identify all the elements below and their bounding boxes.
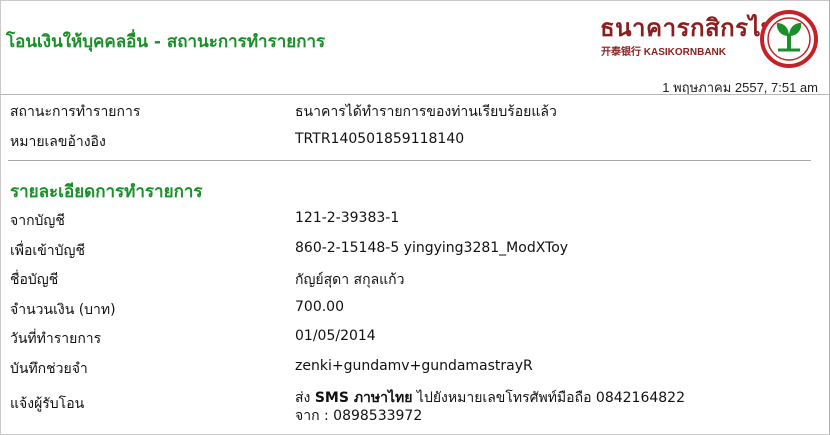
header: โอนเงินให้บุคคลอื่น - สถานะการทำรายการ ธ… xyxy=(0,0,830,95)
page-title: โอนเงินให้บุคคลอื่น - สถานะการทำรายการ xyxy=(6,32,326,52)
from-account-label: จากบัญชี xyxy=(10,213,65,229)
account-name-row: ชื่อบัญชี กัญย์สุดา สกุลแก้ว xyxy=(0,269,830,293)
notify-phone-text: ไปยังหมายเลขโทรศัพท์มือถือ 0842164822 xyxy=(416,390,685,406)
date-value: 01/05/2014 xyxy=(295,328,376,344)
notify-from-number: จาก : 0898533972 xyxy=(295,408,423,424)
reference-value: TRTR140501859118140 xyxy=(295,131,465,147)
notify-recipient-label: แจ้งผู้รับโอน xyxy=(10,396,85,412)
date-label: วันที่ทำรายการ xyxy=(10,331,102,347)
reference-row: หมายเลขอ้างอิง TRTR140501859118140 xyxy=(0,131,830,155)
status-value: ธนาคารได้ทำรายการของท่านเรียบร้อยแล้ว xyxy=(295,104,557,120)
account-name-value: กัญย์สุดา สกุลแก้ว xyxy=(295,272,405,288)
account-name-label: ชื่อบัญชี xyxy=(10,272,59,288)
from-account-value: 121-2-39383-1 xyxy=(295,210,400,226)
memo-value: zenki+gundamv+gundamastrayR xyxy=(295,358,533,374)
to-account-value: 860-2-15148-5 yingying3281_ModXToy xyxy=(295,240,569,256)
to-account-label: เพื่อเข้าบัญชี xyxy=(10,243,85,259)
memo-label: บันทึกช่วยจำ xyxy=(10,361,88,377)
status-label: สถานะการทำรายการ xyxy=(10,104,141,120)
status-row: สถานะการทำรายการ ธนาคารได้ทำรายการของท่า… xyxy=(0,101,830,125)
reference-label: หมายเลขอ้างอิง xyxy=(10,134,106,150)
notify-recipient-row: แจ้งผู้รับโอน ส่ง SMS ภาษาไทย ไปยังหมายเ… xyxy=(0,390,830,429)
notify-prefix: ส่ง xyxy=(295,390,311,406)
to-account-row: เพื่อเข้าบัญชี 860-2-15148-5 yingying328… xyxy=(0,240,830,264)
memo-row: บันทึกช่วยจำ zenki+gundamv+gundamastrayR xyxy=(0,358,830,382)
details-section-title: รายละเอียดการทำรายการ xyxy=(10,182,203,202)
date-row: วันที่ทำรายการ 01/05/2014 xyxy=(0,328,830,352)
section-divider xyxy=(8,160,811,161)
amount-value: 700.00 xyxy=(295,299,344,315)
kasikornbank-logo-icon xyxy=(760,10,818,68)
from-account-row: จากบัญชี 121-2-39383-1 xyxy=(0,210,830,234)
header-divider xyxy=(0,94,830,95)
amount-label: จำนวนเงิน (บาท) xyxy=(10,302,116,318)
amount-row: จำนวนเงิน (บาท) 700.00 xyxy=(0,299,830,323)
notify-sms-language: SMS ภาษาไทย xyxy=(314,390,413,406)
bank-name-english: 开泰银行 KASIKORNBANK xyxy=(601,47,726,58)
